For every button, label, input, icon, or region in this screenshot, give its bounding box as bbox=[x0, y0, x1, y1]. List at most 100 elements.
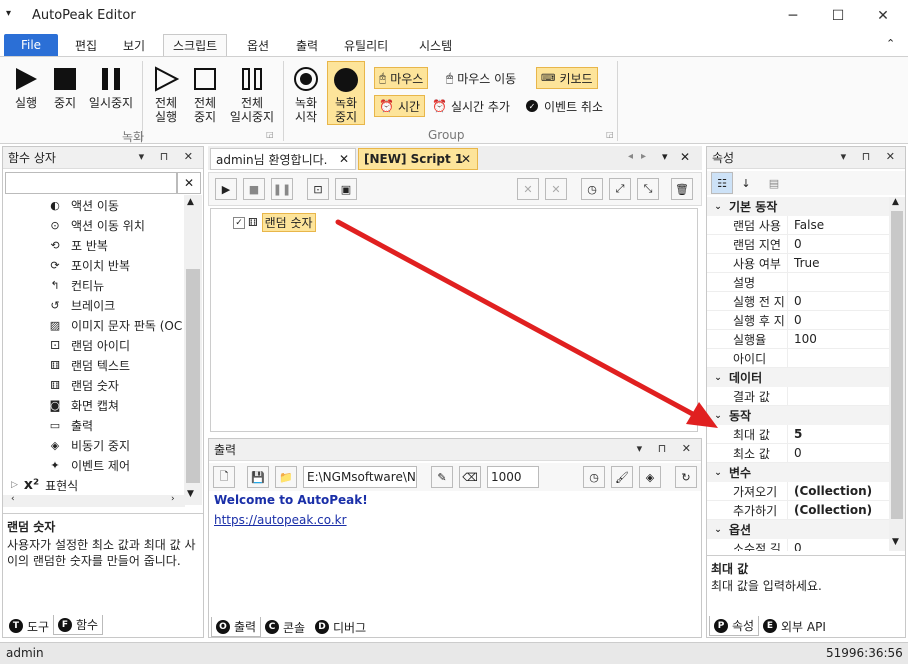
open-folder-button[interactable]: 📁 bbox=[275, 466, 297, 488]
pause-button[interactable]: 일시중지 bbox=[86, 63, 136, 110]
property-row[interactable]: 랜덤 사용 False bbox=[707, 215, 897, 235]
timer-button[interactable]: ◷ bbox=[581, 178, 603, 200]
clock-button[interactable]: ◷ bbox=[583, 466, 605, 488]
collapse-icon[interactable]: ⌄ bbox=[707, 202, 729, 212]
function-item[interactable]: ◙ 화면 캡쳐 bbox=[47, 395, 119, 415]
collapse-icon[interactable]: ⌄ bbox=[707, 411, 729, 421]
property-category[interactable]: ⌄ 데이터 bbox=[707, 368, 897, 387]
minimize-button[interactable]: ─ bbox=[770, 0, 816, 32]
panel-controls[interactable]: ▾ ⊓ ✕ bbox=[841, 150, 901, 163]
group-launcher-icon[interactable]: ◲ bbox=[266, 130, 274, 139]
property-row[interactable]: 실행 후 지0 bbox=[707, 310, 897, 330]
property-category[interactable]: ⌄ 기본 동작 bbox=[707, 197, 897, 216]
function-item[interactable]: ✦ 이벤트 제어 bbox=[47, 455, 130, 475]
collapse-icon[interactable]: ⌄ bbox=[707, 468, 729, 478]
function-item[interactable]: ↺ 브레이크 bbox=[47, 295, 115, 315]
tab-script[interactable]: 스크립트 bbox=[163, 34, 228, 56]
property-row[interactable]: 가져오기 (Collection) bbox=[707, 481, 897, 501]
property-value[interactable]: 0 bbox=[787, 310, 802, 330]
panel-controls[interactable]: ▾ ⊓ ✕ bbox=[637, 442, 697, 455]
function-search-input[interactable] bbox=[5, 172, 177, 194]
tab-output-log[interactable]: O 출력 bbox=[211, 617, 262, 637]
collapse-button[interactable]: ⤡ bbox=[637, 178, 659, 200]
tab-file[interactable]: File bbox=[4, 34, 58, 56]
stop-script-button[interactable]: ■ bbox=[243, 178, 265, 200]
collapse-ribbon-icon[interactable]: ⌃ bbox=[886, 37, 895, 50]
property-row[interactable]: 최대 값 5 bbox=[707, 424, 897, 444]
tab-external-api[interactable]: E 외부 API bbox=[759, 616, 830, 636]
categorized-button[interactable]: ☷ bbox=[711, 172, 733, 194]
property-value[interactable]: False bbox=[787, 215, 824, 235]
property-row[interactable]: 설명 bbox=[707, 272, 897, 292]
save-log-button[interactable]: 💾 bbox=[247, 466, 269, 488]
tab-system[interactable]: 시스템 bbox=[410, 34, 461, 56]
close-button[interactable]: ✕ bbox=[860, 0, 906, 32]
stop-all-button[interactable]: 전체 중지 bbox=[188, 63, 222, 124]
tab-console[interactable]: C 콘솔 bbox=[261, 617, 309, 637]
tab-debug[interactable]: D 디버그 bbox=[311, 617, 370, 637]
tab-list-icon[interactable]: ▾ bbox=[662, 150, 668, 163]
expand-arrow-icon[interactable]: ▷ bbox=[11, 480, 18, 490]
brush-button[interactable]: 🖌 bbox=[611, 466, 633, 488]
tab-script-1[interactable]: [NEW] Script 1 ✕ bbox=[358, 148, 478, 170]
collapse-icon[interactable]: ⌄ bbox=[707, 373, 729, 383]
trash-button[interactable]: 🗑 bbox=[671, 178, 693, 200]
property-value[interactable]: 100 bbox=[787, 329, 817, 349]
function-item[interactable]: ▭ 출력 bbox=[47, 415, 93, 435]
function-item[interactable]: ⊙ 액션 이동 위치 bbox=[47, 215, 144, 235]
search-clear-button[interactable]: ✕ bbox=[177, 172, 201, 194]
collapse-icon[interactable]: ⌄ bbox=[707, 525, 729, 535]
alphabetical-button[interactable]: ↓ bbox=[735, 172, 757, 194]
function-item[interactable]: ⟲ 포 반복 bbox=[47, 235, 108, 255]
function-list-hscrollbar[interactable]: ‹ › bbox=[3, 494, 185, 507]
property-value[interactable]: 0 bbox=[787, 538, 802, 551]
tab-view[interactable]: 보기 bbox=[114, 34, 154, 56]
property-value[interactable]: (Collection) bbox=[787, 481, 872, 501]
property-value[interactable] bbox=[787, 386, 794, 406]
property-value[interactable]: True bbox=[787, 253, 820, 273]
property-row[interactable]: 소수점 길 0 bbox=[707, 538, 897, 551]
mouse-move-button[interactable]: 🖱 마우스 이동 bbox=[446, 67, 516, 89]
function-item[interactable]: ◐ 액션 이동 bbox=[47, 195, 119, 215]
website-link[interactable]: https://autopeak.co.kr bbox=[214, 513, 347, 527]
new-log-button[interactable]: 🗋 bbox=[213, 466, 235, 488]
refresh-button[interactable]: ↻ bbox=[675, 466, 697, 488]
property-category[interactable]: ⌄ 옵션 bbox=[707, 520, 897, 539]
function-item[interactable]: ⚅ 랜덤 숫자 bbox=[47, 375, 119, 395]
property-category[interactable]: ⌄ 동작 bbox=[707, 406, 897, 425]
mouse-button[interactable]: 🖰 마우스 bbox=[374, 67, 429, 89]
script-node[interactable]: ✓ ⚅ 랜덤 숫자 bbox=[233, 213, 316, 232]
line-count-stepper[interactable]: 1000 bbox=[487, 466, 539, 488]
property-value[interactable] bbox=[787, 348, 794, 368]
property-row[interactable]: 실행 전 지0 bbox=[707, 291, 897, 311]
panel-controls[interactable]: ▾ ⊓ ✕ bbox=[139, 150, 199, 163]
tab-options[interactable]: 옵션 bbox=[238, 34, 278, 56]
eraser-button[interactable]: ⌫ bbox=[459, 466, 481, 488]
property-row[interactable]: 아이디 bbox=[707, 348, 897, 368]
keyboard-button[interactable]: ⌨ 키보드 bbox=[536, 67, 598, 89]
tab-functions[interactable]: F 함수 bbox=[53, 615, 104, 635]
property-value[interactable]: 0 bbox=[787, 234, 802, 254]
run-from-button[interactable]: ▣ bbox=[335, 178, 357, 200]
pause-script-button[interactable]: ❚❚ bbox=[271, 178, 293, 200]
run-script-button[interactable]: ▶ bbox=[215, 178, 237, 200]
property-value[interactable]: 0 bbox=[787, 291, 802, 311]
property-row[interactable]: 랜덤 지연 0 bbox=[707, 234, 897, 254]
maximize-button[interactable]: ☐ bbox=[815, 0, 861, 32]
delete-all-button[interactable]: ✕ bbox=[545, 178, 567, 200]
function-item[interactable]: ◈ 비동기 중지 bbox=[47, 435, 130, 455]
function-list-scrollbar[interactable]: ▲ ▼ bbox=[184, 195, 202, 505]
tab-welcome[interactable]: admin님 환영합니다. ✕ bbox=[210, 148, 356, 170]
stop-button[interactable]: 중지 bbox=[48, 63, 82, 110]
property-value[interactable]: (Collection) bbox=[787, 500, 872, 520]
property-row[interactable]: 사용 여부 True bbox=[707, 253, 897, 273]
property-value[interactable]: 0 bbox=[787, 443, 802, 463]
play-button[interactable]: 실행 bbox=[8, 63, 44, 110]
tab-edit[interactable]: 편집 bbox=[66, 34, 106, 56]
filter-button[interactable]: ✎ bbox=[431, 466, 453, 488]
play-all-button[interactable]: 전체 실행 bbox=[148, 63, 184, 124]
tab-tools[interactable]: T 도구 bbox=[5, 616, 53, 636]
property-row[interactable]: 결과 값 bbox=[707, 386, 897, 406]
function-item[interactable]: ⚅ 랜덤 텍스트 bbox=[47, 355, 130, 375]
function-item[interactable]: ▨ 이미지 문자 판독 (OC bbox=[47, 315, 182, 335]
